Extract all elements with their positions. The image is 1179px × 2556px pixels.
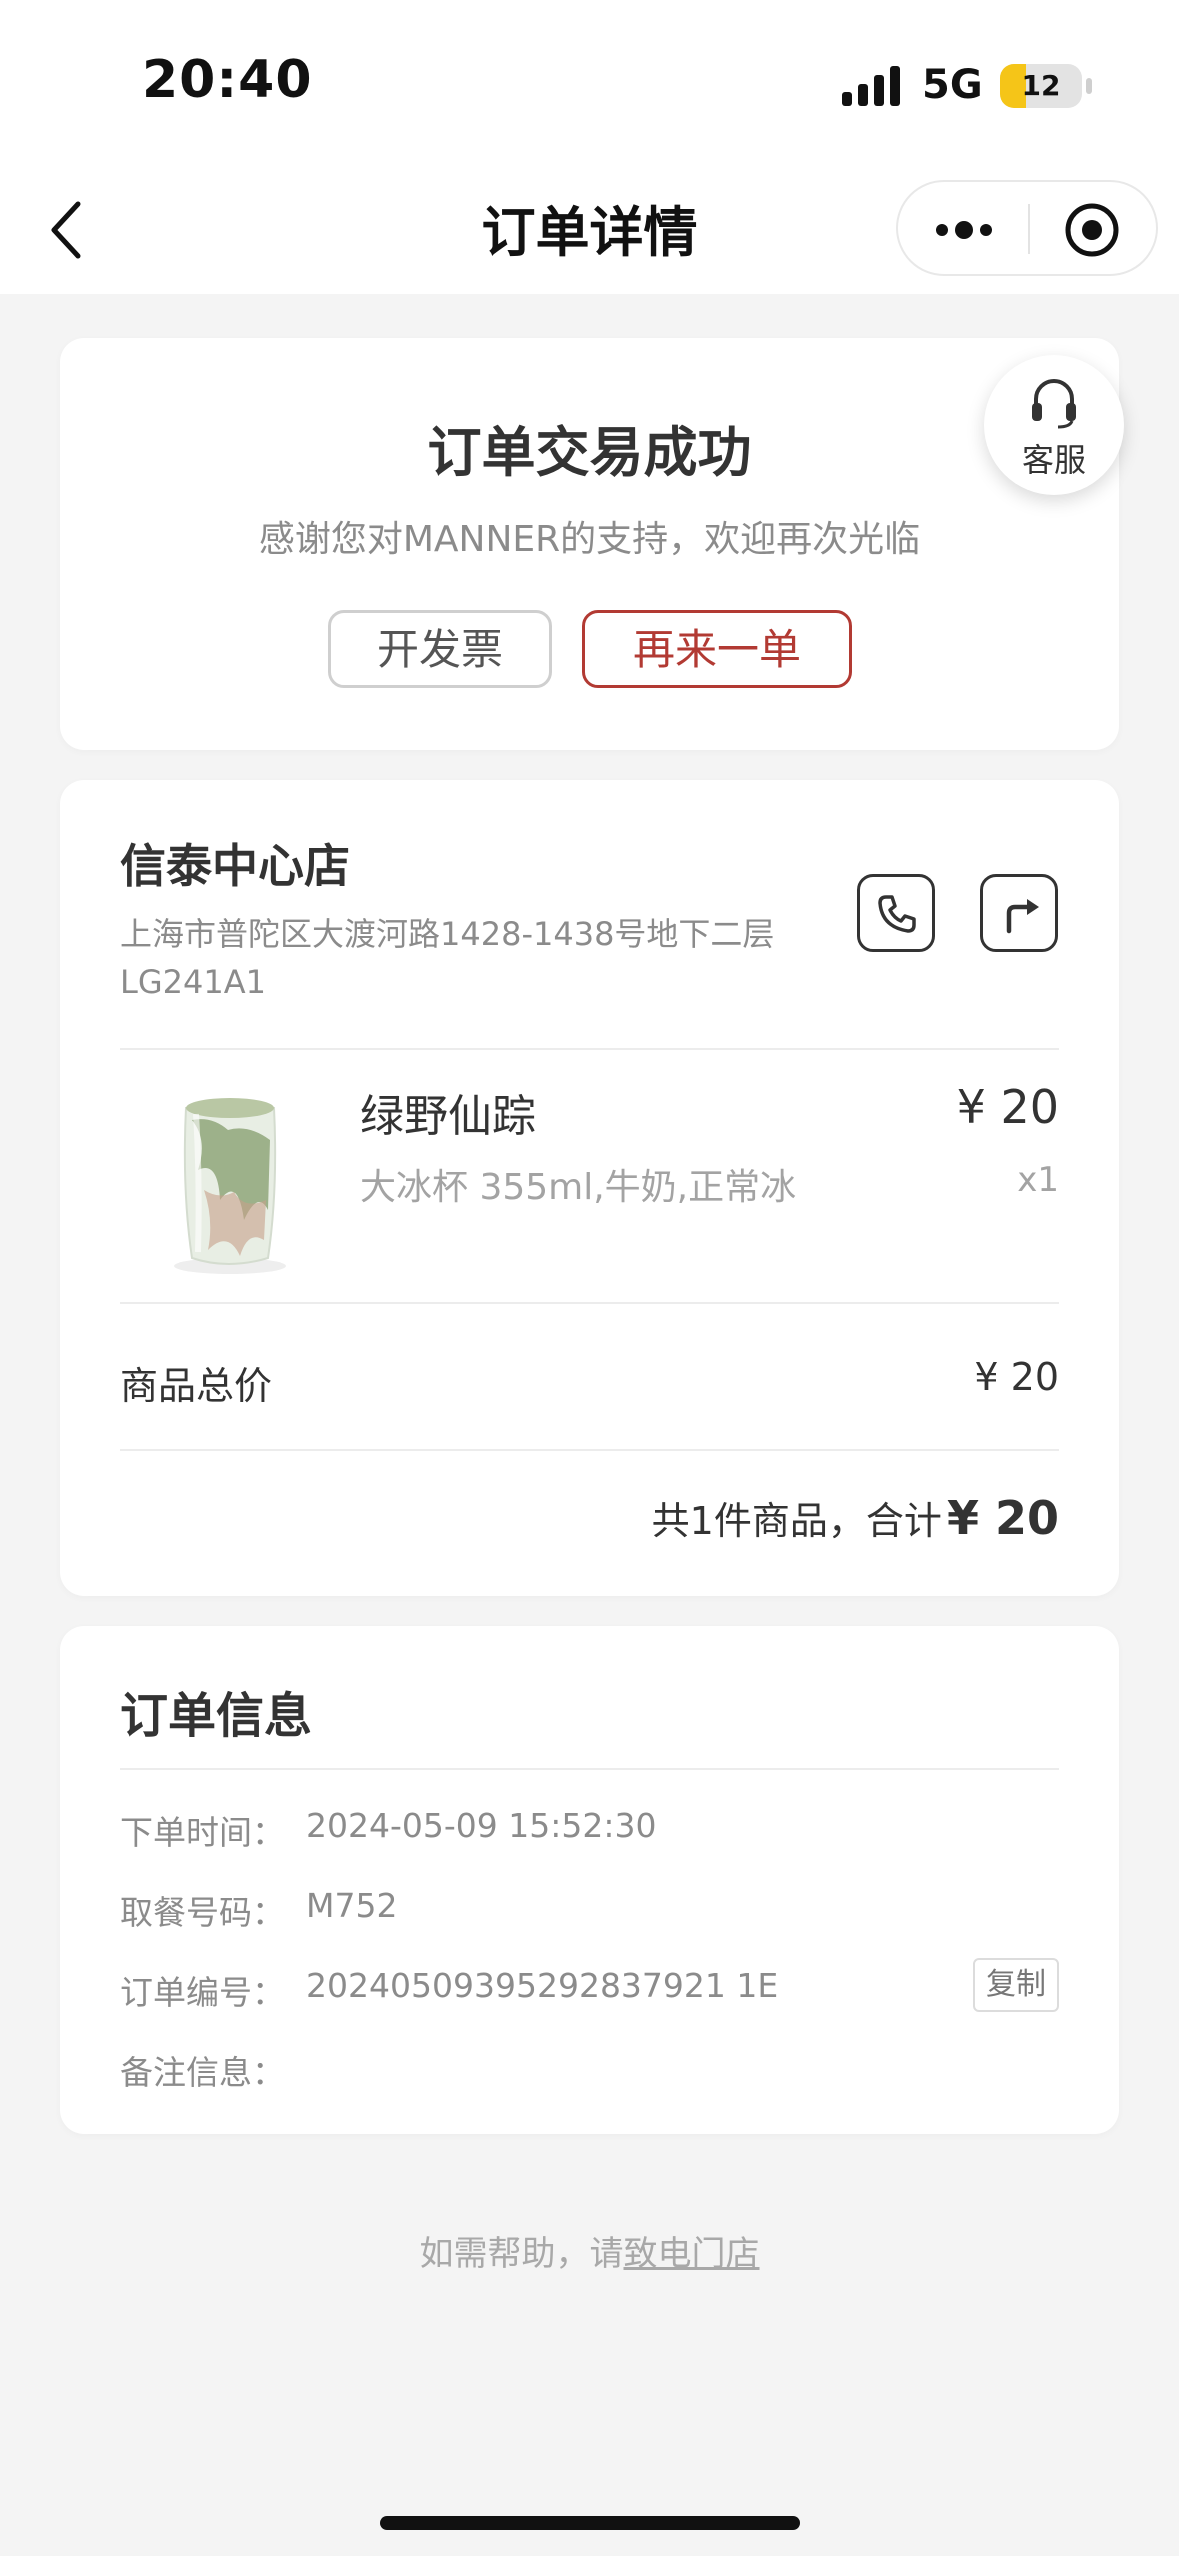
- store-order-card: 信泰中心店 上海市普陀区大渡河路1428-1438号地下二层LG241A1 绿野…: [60, 780, 1119, 1596]
- store-address: 上海市普陀区大渡河路1428-1438号地下二层LG241A1: [120, 915, 775, 1001]
- battery-tip: [1086, 78, 1092, 94]
- signal-icon: [842, 66, 900, 106]
- network-type: 5G: [922, 62, 983, 108]
- headset-icon: [1032, 379, 1076, 429]
- order-info-card: 订单信息 下单时间： 2024-05-09 15:52:30 取餐号码： M75…: [60, 1626, 1119, 2134]
- product-spec: 大冰杯 355ml,牛奶,正常冰: [360, 1167, 797, 1208]
- more-dots-icon[interactable]: [932, 212, 996, 248]
- pickup-code-value: M752: [306, 1886, 398, 1925]
- phone-icon: [878, 895, 916, 933]
- subtotal-label: 商品总价: [120, 1364, 273, 1408]
- thanks-message: 感谢您对MANNER的支持，欢迎再次光临: [258, 519, 921, 560]
- customer-service-button[interactable]: 客服: [984, 355, 1124, 495]
- call-store-button[interactable]: [857, 874, 935, 952]
- product-quantity: x1: [1017, 1160, 1059, 1200]
- order-status-title: 订单交易成功: [427, 421, 752, 484]
- total-prefix: 共1件商品，合计: [651, 1499, 942, 1543]
- order-number-label: 订单编号：: [120, 1973, 285, 2012]
- divider: [120, 1302, 1059, 1304]
- help-prefix: 如需帮助，请: [419, 2234, 624, 2274]
- order-time-value: 2024-05-09 15:52:30: [306, 1806, 657, 1845]
- order-total: 共1件商品，合计 ¥ 20: [652, 1490, 1059, 1545]
- total-value: ¥ 20: [946, 1491, 1059, 1545]
- store-name: 信泰中心店: [120, 839, 350, 893]
- customer-service-label: 客服: [1021, 441, 1086, 479]
- target-close-icon[interactable]: [1062, 200, 1122, 260]
- divider: [120, 1048, 1059, 1050]
- home-indicator[interactable]: [380, 2516, 800, 2530]
- product-price: ¥ 20: [956, 1080, 1059, 1134]
- pickup-code-label: 取餐号码：: [120, 1893, 285, 1932]
- product-name: 绿野仙踪: [360, 1091, 536, 1142]
- status-time: 20:40: [142, 50, 313, 110]
- subtotal-value: ¥ 20: [974, 1355, 1059, 1399]
- call-store-link[interactable]: 致电门店: [624, 2234, 760, 2274]
- battery-level: 12: [1021, 69, 1061, 102]
- directions-icon: [1006, 899, 1039, 934]
- capsule-divider: [1028, 204, 1030, 254]
- reorder-button[interactable]: 再来一单: [582, 610, 852, 688]
- mini-program-capsule: [896, 180, 1158, 276]
- order-time-label: 下单时间：: [120, 1813, 285, 1852]
- order-number-value: 20240509395292837921 1E: [306, 1966, 779, 2005]
- copy-order-number-button[interactable]: 复制: [973, 1958, 1059, 2012]
- product-image: [174, 1098, 286, 1274]
- invoice-button[interactable]: 开发票: [328, 610, 552, 688]
- navigate-store-button[interactable]: [980, 874, 1058, 952]
- order-status-card: 订单交易成功 感谢您对MANNER的支持，欢迎再次光临 开发票 再来一单: [60, 338, 1119, 750]
- order-info-title: 订单信息: [120, 1688, 313, 1744]
- remark-label: 备注信息：: [120, 2053, 285, 2092]
- help-text: 如需帮助，请致电门店: [0, 2226, 1179, 2275]
- battery-icon: 12: [1000, 64, 1082, 108]
- divider: [120, 1449, 1059, 1451]
- divider: [120, 1768, 1059, 1770]
